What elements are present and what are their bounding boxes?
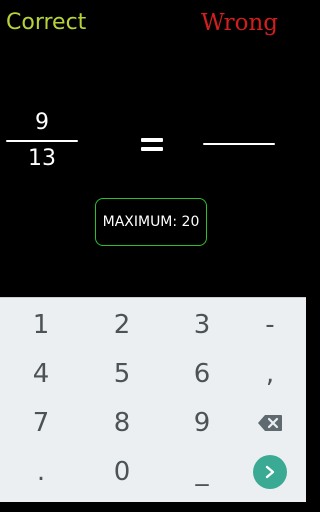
- key-underscore[interactable]: _: [167, 452, 237, 492]
- key-comma[interactable]: ,: [235, 354, 305, 394]
- denominator: 13: [28, 146, 56, 171]
- answer-blank[interactable]: [203, 143, 275, 145]
- enter-icon[interactable]: [253, 455, 287, 489]
- correct-label: Correct: [6, 10, 87, 35]
- fraction: 9 13: [6, 108, 78, 174]
- key-7[interactable]: 7: [6, 403, 76, 443]
- key-0[interactable]: 0: [87, 452, 157, 492]
- score-header: Correct Wrong: [0, 0, 306, 50]
- numerator: 9: [35, 110, 49, 135]
- maximum-indicator: MAXIMUM: 20: [95, 198, 207, 246]
- numeric-keyboard: 1 2 3 - 4 5 6 , 7 8 9 . 0 _: [0, 297, 306, 503]
- fraction-bar: [6, 140, 78, 142]
- key-4[interactable]: 4: [6, 354, 76, 394]
- key-2[interactable]: 2: [87, 305, 157, 345]
- key-5[interactable]: 5: [87, 354, 157, 394]
- key-1[interactable]: 1: [6, 305, 76, 345]
- wrong-label: Wrong: [201, 10, 278, 36]
- system-nav-strip: [0, 502, 306, 512]
- backspace-icon[interactable]: [235, 403, 305, 443]
- enter-key[interactable]: [235, 452, 305, 492]
- key-8[interactable]: 8: [87, 403, 157, 443]
- equals-sign: [141, 138, 163, 156]
- key-minus[interactable]: -: [235, 305, 305, 345]
- key-9[interactable]: 9: [167, 403, 237, 443]
- key-3[interactable]: 3: [167, 305, 237, 345]
- key-period[interactable]: .: [6, 452, 76, 492]
- key-6[interactable]: 6: [167, 354, 237, 394]
